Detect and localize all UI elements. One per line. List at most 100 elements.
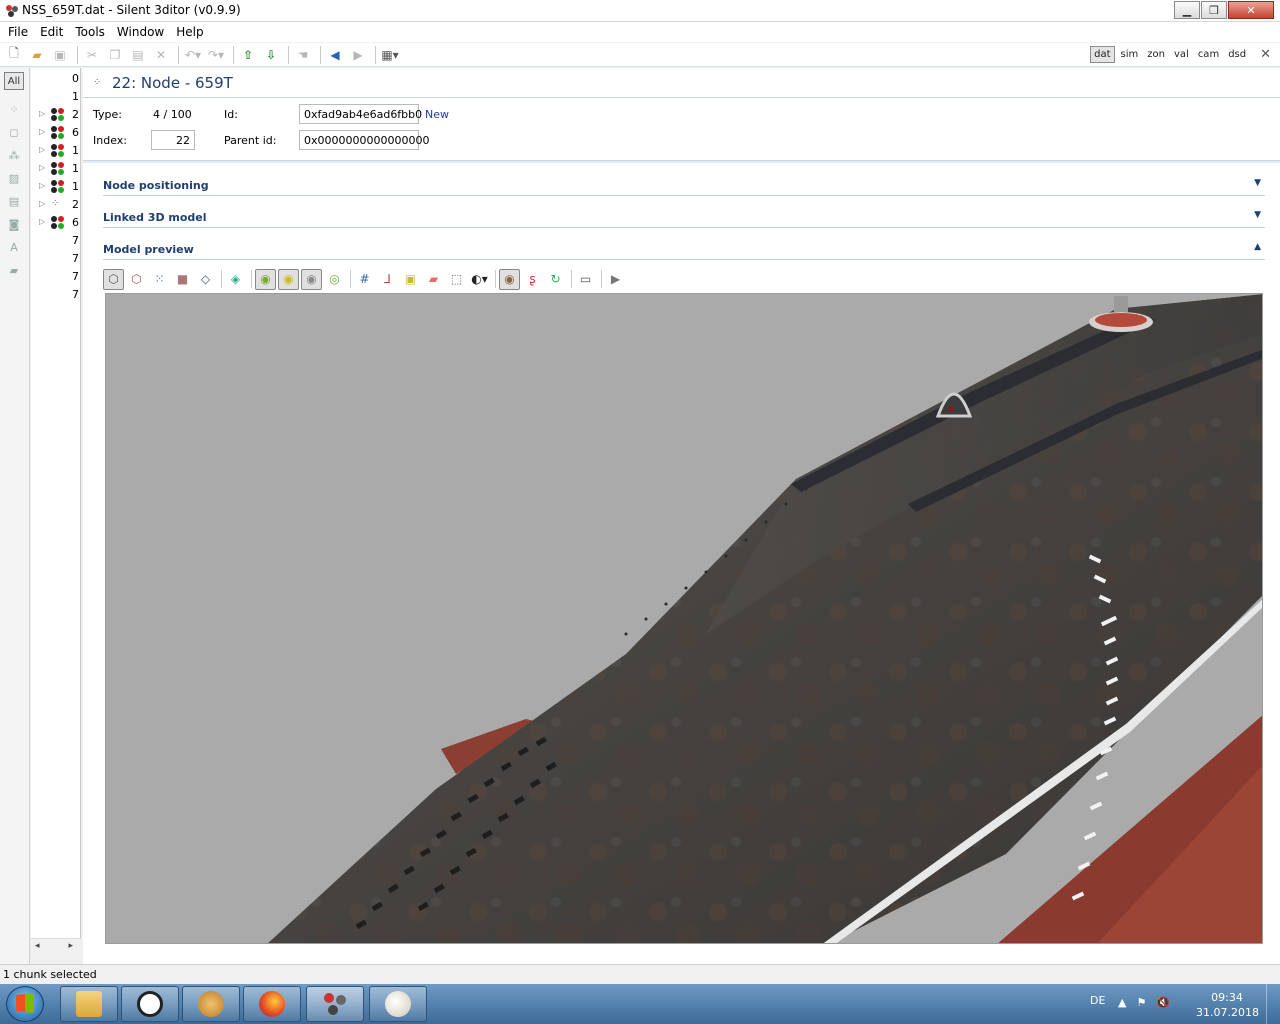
forward-icon[interactable]: ▶ [348,45,368,65]
filter-model-icon[interactable]: ◻ [4,123,24,141]
tree-item[interactable]: 7 [31,232,80,250]
chevron-down-icon[interactable]: ▼ [1254,178,1261,188]
tree-item[interactable]: 7 [31,250,80,268]
light-2-icon[interactable]: ◉ [278,268,299,290]
action-center-flag-icon[interactable]: ⚑ [1136,996,1146,1009]
wire-cube-icon[interactable]: ⬡ [126,269,147,290]
taskbar-firefox[interactable] [243,986,301,1022]
tree-item[interactable]: 0 [31,70,80,88]
index-field[interactable]: 22 [151,130,195,150]
camera-icon[interactable]: ▭ [575,269,596,290]
volume-muted-icon[interactable]: 🔇 [1156,996,1170,1009]
new-id-link[interactable]: New [425,108,449,121]
id-field[interactable]: 0xfad9ab4e6ad6fbb0 [299,104,422,124]
axes-icon[interactable]: ⅃ [377,269,398,290]
show-desktop-button[interactable] [1266,984,1280,1024]
mode-dsd[interactable]: dsd [1225,47,1249,62]
copy-icon[interactable]: ❐ [105,45,125,65]
expand-arrow-icon[interactable]: ▷ [39,109,45,118]
maximize-button[interactable]: ❐ [1201,1,1227,19]
tree-horizontal-scrollbar[interactable]: ◂ ▸ [31,938,81,954]
delete-icon[interactable]: ✕ [151,45,171,65]
taskbar-explorer[interactable] [60,986,118,1022]
chevron-up-icon[interactable]: ▲ [1254,242,1261,252]
mode-zon[interactable]: zon [1144,47,1168,62]
box-icon[interactable]: ▣ [400,269,421,290]
cut-icon[interactable]: ✂ [82,45,102,65]
mode-val[interactable]: val [1171,47,1192,62]
tree-item[interactable]: ▷ 1 [31,142,80,160]
view-options-icon[interactable]: ▦▾ [380,45,400,65]
expand-arrow-icon[interactable]: ▷ [39,181,45,190]
tree-item[interactable]: ▷ 6 [31,124,80,142]
menu-help[interactable]: Help [172,25,207,39]
light-3-icon[interactable]: ◉ [301,268,322,290]
scroll-right-icon[interactable]: ▸ [68,941,73,951]
parent-id-field[interactable]: 0x0000000000000000 [299,130,430,150]
tree-item[interactable]: 7 [31,286,80,304]
back-icon[interactable]: ◀ [325,45,345,65]
animation-icon[interactable]: ʂ [522,269,543,290]
filter-all-button[interactable]: All [4,72,24,90]
menu-file[interactable]: File [4,25,32,39]
filter-group-icon[interactable]: ⁂ [4,146,24,164]
new-file-icon[interactable]: 🗋 [4,45,24,65]
vertices-icon[interactable]: ⁙ [149,269,170,290]
tree-item[interactable]: ▷ 6 [31,214,80,232]
taskbar-silent-3ditor[interactable] [306,986,364,1022]
expand-arrow-icon[interactable]: ▷ [39,163,45,172]
menu-window[interactable]: Window [113,25,168,39]
tree-item[interactable]: ▷ ⁘ 2 [31,196,80,214]
bounding-box-icon[interactable]: ◇ [195,269,216,290]
language-indicator[interactable]: DE [1090,994,1105,1007]
section-node-positioning[interactable]: Node positioning ▼ [103,174,1265,196]
move-up-icon[interactable]: ⇧ [238,45,258,65]
filter-texture-icon[interactable]: ▨ [4,169,24,187]
tree-item[interactable]: ▷ 1 [31,178,80,196]
save-icon[interactable]: ▣ [50,45,70,65]
eye-icon[interactable]: ◉ [499,268,520,290]
tree-item[interactable]: 1 [31,88,80,106]
taskbar-app-2[interactable] [182,986,240,1022]
light-1-icon[interactable]: ◉ [255,268,276,290]
tree-item[interactable]: 7 [31,268,80,286]
expand-arrow-icon[interactable]: ▷ [39,199,45,208]
expand-arrow-icon[interactable]: ▷ [39,145,45,154]
undo-icon[interactable]: ↶▾ [183,45,203,65]
clock[interactable]: 09:34 31.07.2018 [1196,990,1259,1020]
section-model-preview[interactable]: Model preview ▲ [103,238,1265,260]
tree-item[interactable]: ▷ 1 [31,160,80,178]
shading-icon[interactable]: ◐▾ [469,269,490,290]
filter-sound-icon[interactable]: ◙ [4,215,24,233]
section-linked-3d-model[interactable]: Linked 3D model ▼ [103,206,1265,228]
chevron-down-icon[interactable]: ▼ [1254,210,1261,220]
menu-edit[interactable]: Edit [36,25,67,39]
textured-cube-icon[interactable]: ■ [172,269,193,290]
menu-tools[interactable]: Tools [71,25,109,39]
minimize-button[interactable]: ▁ [1174,1,1200,19]
mode-dat[interactable]: dat [1090,46,1115,63]
lights-all-icon[interactable]: ◎ [324,269,345,290]
start-button[interactable] [6,986,44,1022]
expand-arrow-icon[interactable]: ▷ [39,127,45,136]
grid-icon[interactable]: # [354,269,375,290]
mode-cam[interactable]: cam [1195,47,1222,62]
refresh-icon[interactable]: ↻ [545,269,566,290]
close-button[interactable]: ✕ [1228,1,1274,19]
solid-cube-icon[interactable]: ⬡ [103,268,124,290]
play-icon[interactable]: ▶ [605,269,626,290]
scroll-left-icon[interactable]: ◂ [35,941,40,951]
close-document-icon[interactable]: ✕ [1257,45,1274,64]
filter-document-icon[interactable]: ▤ [4,192,24,210]
paste-icon[interactable]: ▤ [128,45,148,65]
move-down-icon[interactable]: ⇩ [261,45,281,65]
plane-icon[interactable]: ▰ [423,269,444,290]
expand-arrow-icon[interactable]: ▷ [39,217,45,226]
filter-node-icon[interactable]: ⁘ [4,100,24,118]
bounds-icon[interactable]: ⬚ [446,269,467,290]
tray-expand-icon[interactable]: ▲ [1118,996,1126,1009]
mode-sim[interactable]: sim [1118,47,1142,62]
filter-text-icon[interactable]: A [4,238,24,256]
shapes-icon[interactable]: ◈ [225,269,246,290]
taskbar-app-ld[interactable] [121,986,179,1022]
